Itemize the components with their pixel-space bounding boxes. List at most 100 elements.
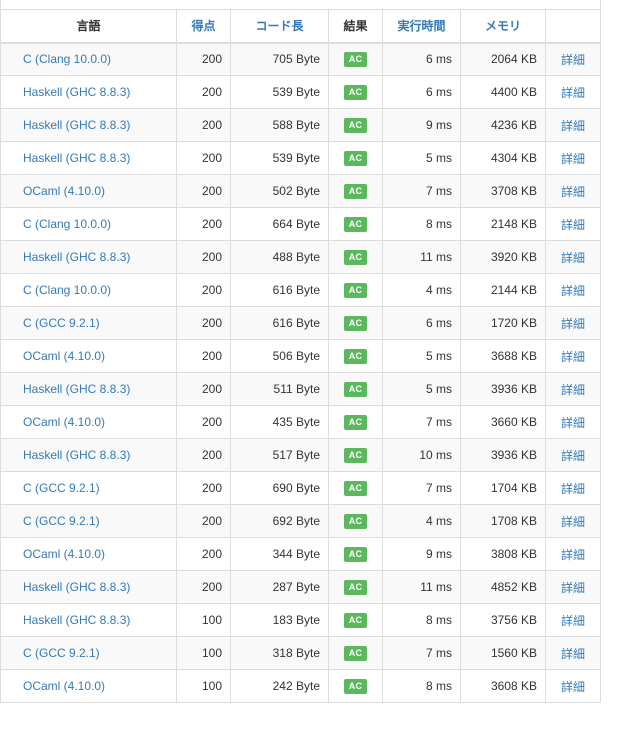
score-cell: 100: [201, 679, 222, 693]
language-link[interactable]: C (Clang 10.0.0): [23, 52, 111, 66]
exec-time-cell: 9 ms: [425, 547, 452, 561]
language-cell: C (Clang 10.0.0): [0, 207, 177, 241]
detail-cell: 詳細: [545, 240, 601, 274]
detail-link[interactable]: 詳細: [561, 515, 585, 529]
exec-time-cell: 7 ms: [382, 405, 461, 439]
memory-cell: 1720 KB: [490, 316, 537, 330]
exec-time-cell: 8 ms: [382, 669, 461, 703]
score-cell: 100: [201, 646, 222, 660]
result-badge: AC: [343, 481, 368, 496]
language-link[interactable]: Haskell (GHC 8.8.3): [23, 448, 130, 462]
score-cell: 200: [201, 349, 222, 363]
language-link[interactable]: Haskell (GHC 8.8.3): [23, 85, 130, 99]
detail-link[interactable]: 詳細: [561, 53, 585, 67]
language-link[interactable]: C (GCC 9.2.1): [23, 646, 100, 660]
detail-link[interactable]: 詳細: [561, 284, 585, 298]
memory-cell: 1708 KB: [490, 514, 537, 528]
score-cell: 200: [176, 537, 231, 571]
detail-cell: 詳細: [545, 570, 601, 604]
detail-cell: 詳細: [545, 339, 601, 373]
detail-link[interactable]: 詳細: [561, 680, 585, 694]
detail-cell: 詳細: [545, 372, 601, 406]
language-link[interactable]: C (Clang 10.0.0): [23, 217, 111, 231]
language-cell: C (GCC 9.2.1): [0, 306, 177, 340]
code-length-cell: 616 Byte: [272, 283, 320, 297]
exec-time-cell: 7 ms: [425, 184, 452, 198]
score-cell: 100: [176, 603, 231, 637]
score-cell: 200: [176, 339, 231, 373]
language-link[interactable]: OCaml (4.10.0): [23, 349, 105, 363]
language-cell: OCaml (4.10.0): [0, 537, 177, 571]
score-cell: 200: [176, 75, 231, 109]
memory-cell: 3936 KB: [460, 372, 546, 406]
detail-cell: 詳細: [545, 75, 601, 109]
detail-link[interactable]: 詳細: [561, 350, 585, 364]
language-cell: Haskell (GHC 8.8.3): [0, 240, 177, 274]
detail-link[interactable]: 詳細: [561, 449, 585, 463]
detail-link[interactable]: 詳細: [561, 548, 585, 562]
detail-link[interactable]: 詳細: [561, 416, 585, 430]
table-row: Haskell (GHC 8.8.3) 200 511 Byte AC 5 ms 3936…: [0, 372, 601, 406]
score-cell: 200: [176, 306, 231, 340]
code-length-cell: 517 Byte: [230, 438, 329, 472]
code-length-cell: 690 Byte: [272, 481, 320, 495]
code-length-cell: 502 Byte: [230, 174, 329, 208]
language-link[interactable]: Haskell (GHC 8.8.3): [23, 118, 130, 132]
detail-link[interactable]: 詳細: [561, 152, 585, 166]
language-cell: Haskell (GHC 8.8.3): [0, 141, 177, 175]
language-link[interactable]: C (GCC 9.2.1): [23, 514, 100, 528]
language-link[interactable]: OCaml (4.10.0): [23, 547, 105, 561]
language-link[interactable]: Haskell (GHC 8.8.3): [23, 613, 130, 627]
detail-link[interactable]: 詳細: [561, 119, 585, 133]
detail-link[interactable]: 詳細: [561, 86, 585, 100]
detail-cell: 詳細: [545, 504, 601, 538]
code-length-cell: 692 Byte: [230, 504, 329, 538]
detail-link[interactable]: 詳細: [561, 647, 585, 661]
memory-cell: 3608 KB: [460, 669, 546, 703]
result-cell: AC: [328, 240, 383, 274]
detail-link[interactable]: 詳細: [561, 383, 585, 397]
header-score-sort-link[interactable]: 得点: [176, 9, 231, 44]
detail-link[interactable]: 詳細: [561, 185, 585, 199]
language-link[interactable]: OCaml (4.10.0): [23, 679, 105, 693]
language-link[interactable]: OCaml (4.10.0): [23, 184, 105, 198]
memory-cell: 3608 KB: [490, 679, 537, 693]
detail-link[interactable]: 詳細: [561, 218, 585, 232]
score-cell: 200: [176, 504, 231, 538]
code-length-cell: 539 Byte: [230, 75, 329, 109]
header-memory-sort-link[interactable]: メモリ: [460, 9, 546, 44]
score-cell: 200: [176, 471, 231, 505]
language-link[interactable]: C (GCC 9.2.1): [23, 481, 100, 495]
detail-link[interactable]: 詳細: [561, 482, 585, 496]
language-link[interactable]: Haskell (GHC 8.8.3): [23, 151, 130, 165]
detail-link[interactable]: 詳細: [561, 614, 585, 628]
exec-time-cell: 11 ms: [382, 570, 461, 604]
score-cell: 200: [176, 372, 231, 406]
language-link[interactable]: Haskell (GHC 8.8.3): [23, 250, 130, 264]
memory-cell: 1560 KB: [490, 646, 537, 660]
detail-cell: 詳細: [545, 141, 601, 175]
detail-link[interactable]: 詳細: [561, 317, 585, 331]
language-link[interactable]: Haskell (GHC 8.8.3): [23, 580, 130, 594]
score-cell: 200: [176, 240, 231, 274]
language-link[interactable]: C (Clang 10.0.0): [23, 283, 111, 297]
detail-link[interactable]: 詳細: [561, 251, 585, 265]
header-exec-time-sort-link[interactable]: 実行時間: [382, 9, 461, 44]
code-length-cell: 616 Byte: [272, 316, 320, 330]
header-code-length-sort-link[interactable]: コード長: [230, 9, 329, 44]
submissions-page: 言語 得点 コード長 結果 実行時間 メモリ C (Clang 10.0.0) 2…: [0, 0, 626, 739]
detail-link[interactable]: 詳細: [561, 581, 585, 595]
result-badge: AC: [343, 415, 368, 430]
result-badge: AC: [343, 250, 368, 265]
memory-cell: 4400 KB: [490, 85, 537, 99]
score-cell: 200: [201, 250, 222, 264]
language-link[interactable]: OCaml (4.10.0): [23, 415, 105, 429]
memory-cell: 3920 KB: [460, 240, 546, 274]
exec-time-cell: 6 ms: [425, 52, 452, 67]
language-link[interactable]: Haskell (GHC 8.8.3): [23, 382, 130, 396]
language-link[interactable]: C (GCC 9.2.1): [23, 316, 100, 330]
memory-cell: 4852 KB: [460, 570, 546, 604]
memory-cell: 4304 KB: [460, 141, 546, 175]
table-top-edge: [0, 0, 601, 9]
score-cell: 100: [176, 636, 231, 670]
